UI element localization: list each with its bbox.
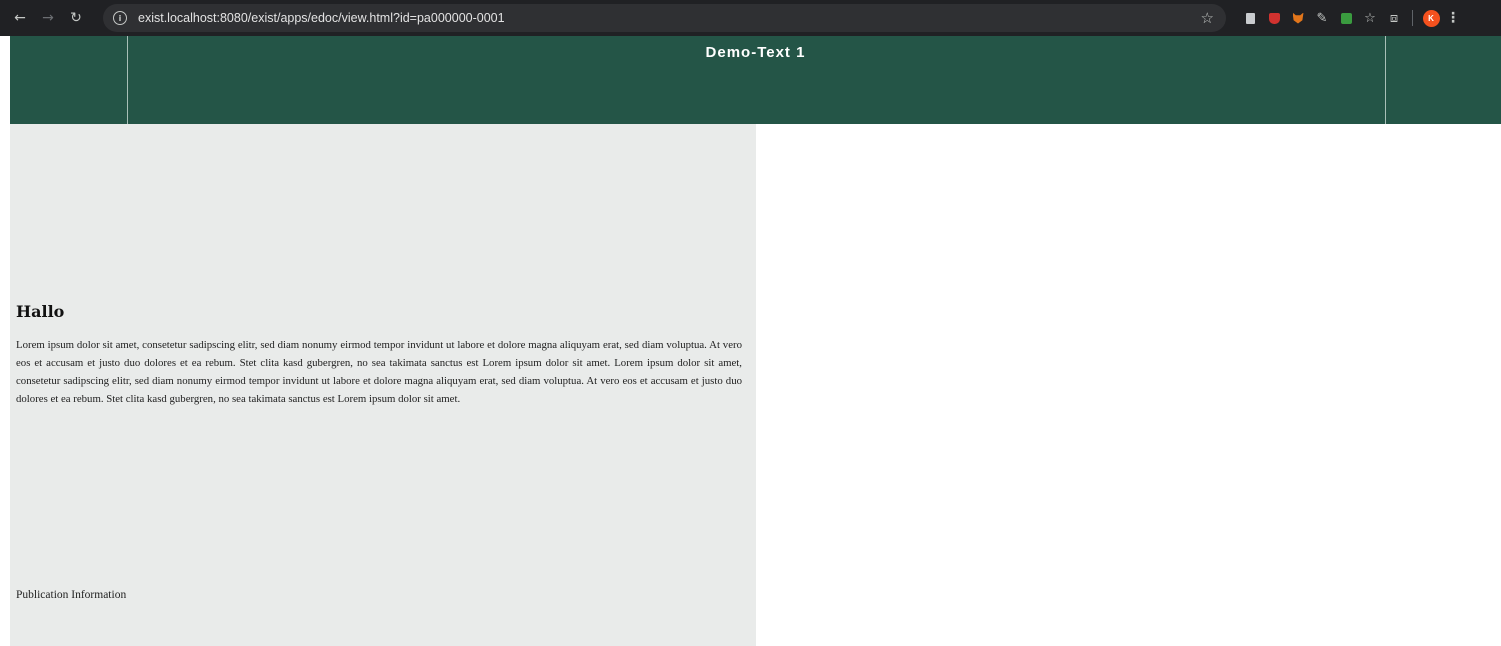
extensions-puzzle-icon[interactable]: ⧈ — [1382, 0, 1406, 36]
publication-information-link[interactable]: Publication Information — [16, 589, 126, 601]
text-panel: Hallo Lorem ipsum dolor sit amet, conset… — [10, 124, 756, 646]
forward-arrow-icon[interactable]: → — [34, 4, 62, 32]
reader-mode-icon[interactable] — [1238, 0, 1262, 36]
bookmark-star-icon[interactable]: ☆ — [1201, 9, 1214, 27]
reload-icon[interactable]: ↻ — [62, 4, 90, 32]
toolbar-separator — [1412, 10, 1413, 26]
green-extension-icon[interactable] — [1334, 0, 1358, 36]
document-paragraph: Lorem ipsum dolor sit amet, consetetur s… — [16, 339, 742, 405]
back-arrow-icon[interactable]: ← — [6, 4, 34, 32]
page-title: Demo-Text 1 — [705, 44, 806, 61]
site-info-icon[interactable]: i — [113, 11, 127, 25]
app-header: Demo-Text 1 — [10, 36, 1501, 124]
url-text[interactable]: exist.localhost:8080/exist/apps/edoc/vie… — [138, 11, 505, 25]
bookmarks-star-icon[interactable]: ☆ — [1358, 0, 1382, 36]
address-bar[interactable]: i exist.localhost:8080/exist/apps/edoc/v… — [103, 4, 1226, 32]
document-heading: Hallo — [16, 302, 65, 321]
metamask-extension-icon[interactable] — [1286, 0, 1310, 36]
browser-menu-icon[interactable]: ⋮ — [1443, 10, 1463, 26]
eyedropper-extension-icon[interactable]: ✎ — [1310, 0, 1334, 36]
browser-toolbar: ← → ↻ i exist.localhost:8080/exist/apps/… — [0, 0, 1501, 36]
avatar: K — [1422, 9, 1440, 27]
profile-avatar[interactable]: K — [1419, 0, 1443, 36]
extensions-area: ✎ ☆ ⧈ K ⋮ — [1238, 0, 1463, 36]
ublock-extension-icon[interactable] — [1262, 0, 1286, 36]
